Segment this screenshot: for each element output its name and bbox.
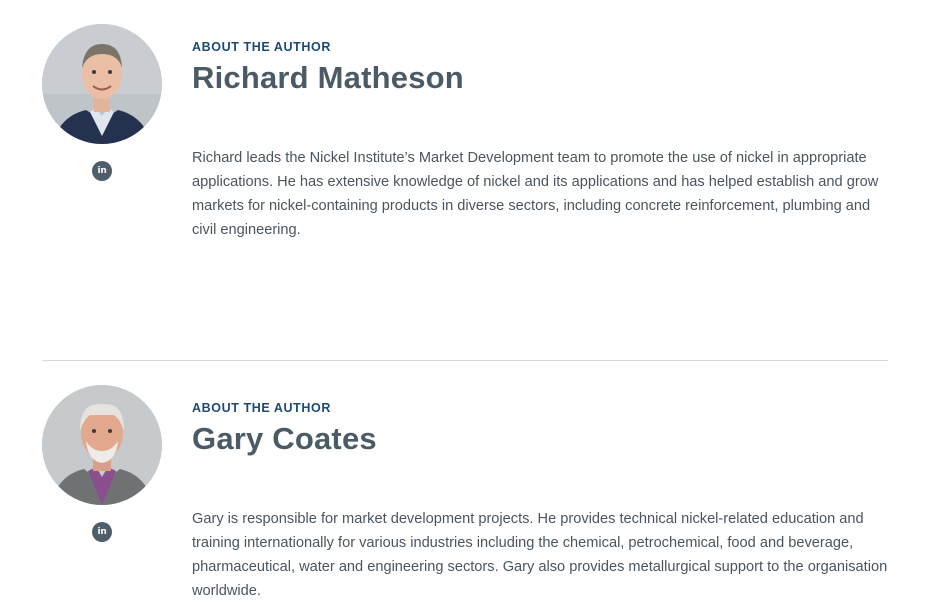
about-author-label: ABOUT THE AUTHOR [192,401,331,415]
about-author-label: ABOUT THE AUTHOR [192,40,331,54]
avatar [42,385,162,505]
author-bio: Richard leads the Nickel Institute’s Mar… [192,150,879,238]
avatar [42,24,162,144]
author-name: Gary Coates [192,421,377,456]
author-portrait-image [42,24,162,144]
author-portrait-image [42,385,162,505]
author-bio: Gary is responsible for market developme… [192,511,888,599]
linkedin-icon[interactable]: in [92,522,112,542]
author-photo-column: in [42,24,162,181]
author-name: Richard Matheson [192,60,464,95]
linkedin-icon[interactable]: in [92,161,112,181]
author-photo-column: in [42,385,162,542]
section-divider [42,360,888,361]
